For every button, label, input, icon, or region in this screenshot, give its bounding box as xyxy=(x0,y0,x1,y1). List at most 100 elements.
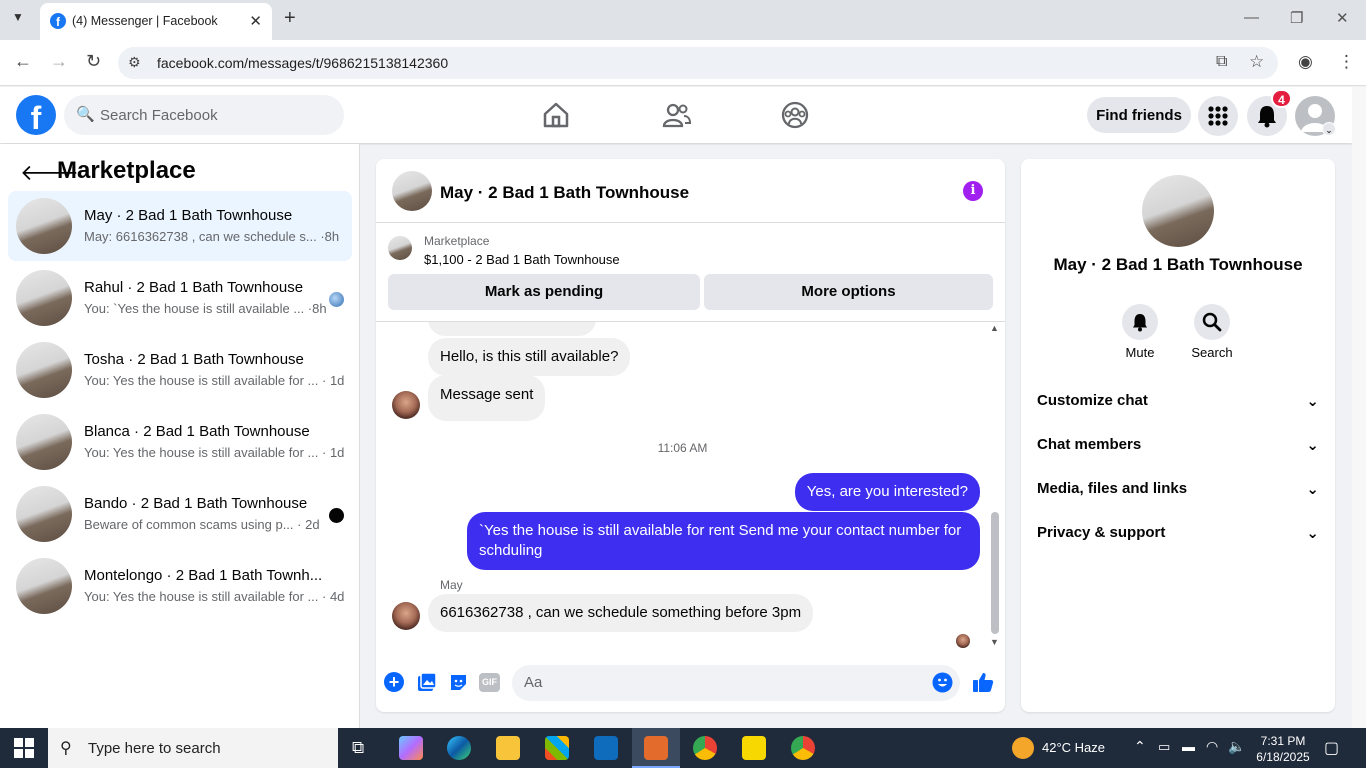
like-thumb-icon[interactable] xyxy=(971,670,995,694)
info-avatar[interactable] xyxy=(1142,175,1214,247)
task-view-icon[interactable]: ⧉ xyxy=(352,738,364,758)
battery-icon[interactable]: ▬ xyxy=(1182,739,1195,754)
chat-avatar[interactable] xyxy=(392,171,432,211)
scroll-down-icon[interactable]: ▼ xyxy=(990,637,999,647)
restore-icon[interactable]: ❐ xyxy=(1290,9,1303,27)
read-receipt-avatar xyxy=(329,508,344,523)
volume-icon[interactable]: 🔈 xyxy=(1228,738,1245,755)
close-tab-icon[interactable]: ✕ xyxy=(249,12,262,30)
friends-icon[interactable] xyxy=(661,100,691,130)
chat-title[interactable]: May · 2 Bad 1 Bath Townhouse xyxy=(440,183,689,203)
mute-button[interactable] xyxy=(1122,304,1158,340)
home-icon[interactable] xyxy=(541,100,571,130)
scroll-up-icon[interactable]: ▲ xyxy=(990,323,999,333)
facebook-favicon-icon: f xyxy=(50,13,66,29)
copilot-icon[interactable] xyxy=(399,736,423,760)
chrome-profile-icon[interactable] xyxy=(791,736,815,760)
taskbar-search[interactable]: ⚲ Type here to search xyxy=(48,728,338,768)
listing-price-title[interactable]: $1,100 - 2 Bad 1 Bath Townhouse xyxy=(424,252,620,267)
taskbar-app-icon[interactable] xyxy=(644,736,668,760)
info-icon[interactable]: i xyxy=(963,181,983,201)
listing-avatar xyxy=(16,558,72,614)
privacy-support-row[interactable]: Privacy & support ⌄ xyxy=(1037,524,1327,542)
menu-button[interactable] xyxy=(1198,96,1238,136)
message-bubble-incoming[interactable]: Hello, is this still available? xyxy=(428,338,631,376)
outlook-icon[interactable] xyxy=(594,736,618,760)
message-thread[interactable]: Hello, is this still available? Message … xyxy=(376,321,1005,651)
facebook-logo-icon[interactable]: f xyxy=(16,95,56,136)
reload-icon[interactable]: ↻ xyxy=(86,51,101,72)
page-scrollbar[interactable] xyxy=(1352,87,1366,728)
install-app-icon[interactable]: ⧉ xyxy=(1216,53,1227,71)
site-info-icon[interactable]: ⚙ xyxy=(128,54,141,71)
listing-avatar xyxy=(16,270,72,326)
message-placeholder: Aa xyxy=(524,674,543,691)
emoji-icon[interactable] xyxy=(932,672,953,693)
search-icon xyxy=(1202,312,1222,332)
find-friends-button[interactable]: Find friends xyxy=(1087,97,1191,133)
mark-as-pending-button[interactable]: Mark as pending xyxy=(388,274,700,310)
listing-avatar xyxy=(16,414,72,470)
chevron-down-icon: ⌄ xyxy=(1306,437,1319,454)
chat-members-row[interactable]: Chat members ⌄ xyxy=(1037,436,1327,454)
forward-icon[interactable]: → xyxy=(50,51,68,72)
wifi-icon[interactable]: ◠ xyxy=(1206,738,1218,755)
message-bubble-incoming[interactable]: Message sent xyxy=(428,375,546,421)
media-files-links-row[interactable]: Media, files and links ⌄ xyxy=(1037,480,1327,498)
photo-icon[interactable] xyxy=(416,672,437,693)
thread-scroll-thumb[interactable] xyxy=(991,512,999,634)
more-options-button[interactable]: More options xyxy=(704,274,993,310)
marketplace-label: Marketplace xyxy=(424,234,490,248)
back-icon[interactable]: ← xyxy=(14,51,32,72)
conversation-name: Bando · 2 Bad 1 Bath Townhouse xyxy=(84,495,308,512)
file-explorer-icon[interactable] xyxy=(496,736,520,760)
bookmark-star-icon[interactable]: ☆ xyxy=(1249,52,1264,72)
conversation-item[interactable]: Tosha · 2 Bad 1 Bath Townhouse You: Yes … xyxy=(8,335,352,405)
message-bubble-incoming[interactable]: 6616362738 , can we schedule something b… xyxy=(428,594,814,632)
message-bubble-outgoing[interactable]: `Yes the house is still available for re… xyxy=(467,512,980,570)
chrome-icon[interactable] xyxy=(693,736,717,760)
taskbar-clock[interactable]: 7:31 PM 6/18/2025 xyxy=(1255,733,1311,765)
conversation-item[interactable]: Bando · 2 Bad 1 Bath Townhouse Beware of… xyxy=(8,479,352,549)
url-text[interactable]: facebook.com/messages/t/9686215138142360 xyxy=(157,55,448,71)
weather-icon[interactable] xyxy=(1012,737,1034,759)
windows-start-icon[interactable] xyxy=(14,738,34,758)
profile-icon[interactable]: ◉ xyxy=(1298,52,1313,72)
new-tab-icon[interactable]: + xyxy=(284,7,296,30)
account-chevron-icon[interactable]: ⌄ xyxy=(1322,122,1336,136)
weather-text[interactable]: 42°C Haze xyxy=(1042,740,1105,755)
edge-browser-icon[interactable] xyxy=(447,736,471,760)
search-placeholder: Search Facebook xyxy=(100,107,218,124)
bell-icon xyxy=(1133,314,1147,332)
message-bubble-partial xyxy=(428,322,596,336)
conversation-item[interactable]: May · 2 Bad 1 Bath Townhouse May: 661636… xyxy=(8,191,352,261)
store-icon[interactable] xyxy=(545,736,569,760)
conversation-item[interactable]: Montelongo · 2 Bad 1 Bath Townh... You: … xyxy=(8,551,352,621)
close-window-icon[interactable]: ✕ xyxy=(1336,9,1349,27)
sticker-icon[interactable] xyxy=(448,672,469,693)
customize-chat-row[interactable]: Customize chat ⌄ xyxy=(1037,392,1327,410)
browser-tab[interactable]: f (4) Messenger | Facebook ✕ xyxy=(40,3,272,40)
seen-receipt-avatar xyxy=(956,634,970,648)
hidden-icons-chevron-icon[interactable]: ⌃ xyxy=(1134,738,1146,755)
facebook-search[interactable]: 🔍 Search Facebook xyxy=(64,95,344,135)
search-chat-button[interactable] xyxy=(1194,304,1230,340)
sender-avatar xyxy=(392,391,420,419)
message-bubble-outgoing[interactable]: Yes, are you interested? xyxy=(794,473,980,511)
gif-icon[interactable]: GIF xyxy=(479,673,500,692)
conversation-item[interactable]: Blanca · 2 Bad 1 Bath Townhouse You: Yes… xyxy=(8,407,352,477)
sticky-notes-icon[interactable] xyxy=(742,736,766,760)
notifications-center-icon[interactable]: ▢ xyxy=(1324,738,1339,758)
menu-dots-icon[interactable]: ⋮ xyxy=(1338,52,1355,72)
message-timestamp: 11:06 AM xyxy=(657,441,708,455)
listing-thumbnail[interactable] xyxy=(388,236,412,260)
minimize-icon[interactable]: — xyxy=(1244,9,1259,26)
message-input[interactable]: Aa xyxy=(512,665,960,701)
conversation-item[interactable]: Rahul · 2 Bad 1 Bath Townhouse You: `Yes… xyxy=(8,263,352,333)
groups-icon[interactable] xyxy=(780,100,810,130)
tab-search-icon[interactable]: ▼ xyxy=(12,10,24,24)
meet-icon[interactable]: ▭ xyxy=(1158,739,1170,755)
plus-icon[interactable]: + xyxy=(384,672,404,692)
sender-name: May xyxy=(440,578,463,592)
conversation-preview: Beware of common scams using p... · 2d xyxy=(84,517,320,532)
